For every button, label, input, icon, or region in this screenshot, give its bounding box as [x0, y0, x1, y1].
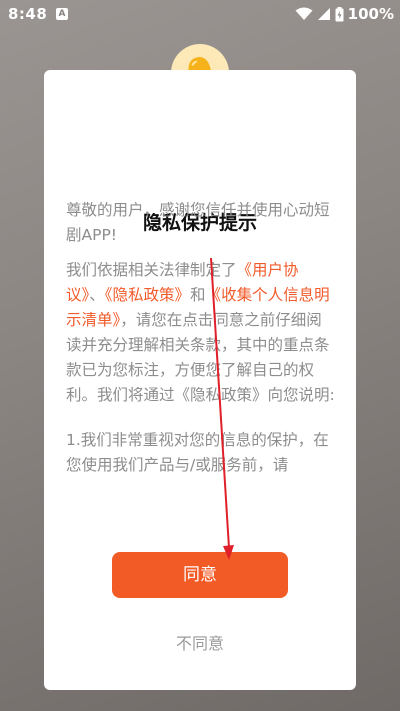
agreement-text: 我们依据相关法律制定了《用户协议》、《隐私政策》和《收集个人信息明示清单》，请您…	[66, 258, 336, 408]
dialog-body[interactable]: 尊敬的用户，感谢您信任并使用心动短剧APP! 我们依据相关法律制定了《用户协议》…	[66, 198, 336, 568]
app-notification-icon: A	[56, 8, 68, 20]
privacy-dialog: 隐私保护提示 尊敬的用户，感谢您信任并使用心动短剧APP! 我们依据相关法律制定…	[44, 70, 356, 690]
battery-icon	[335, 6, 344, 21]
status-bar: 8:48 A 100%	[0, 0, 400, 28]
battery-percent: 100%	[347, 5, 394, 23]
and-text: 和	[190, 286, 206, 304]
wifi-icon	[295, 7, 313, 20]
agree-button[interactable]: 同意	[112, 552, 288, 598]
status-indicators: 100%	[295, 5, 394, 23]
welcome-text: 尊敬的用户，感谢您信任并使用心动短剧APP!	[66, 201, 330, 244]
privacy-policy-link[interactable]: 《隐私政策》	[105, 286, 190, 304]
signal-icon	[317, 8, 330, 20]
disagree-button[interactable]: 不同意	[44, 630, 356, 654]
agreement-text-before: 我们依据相关法律制定了	[66, 261, 237, 279]
separator-text: 、	[89, 286, 105, 304]
status-time: 8:48	[8, 5, 48, 23]
policy-item-1: 1.我们非常重视对您的信息的保护，在您使用我们产品与/或服务前，请	[66, 431, 329, 474]
